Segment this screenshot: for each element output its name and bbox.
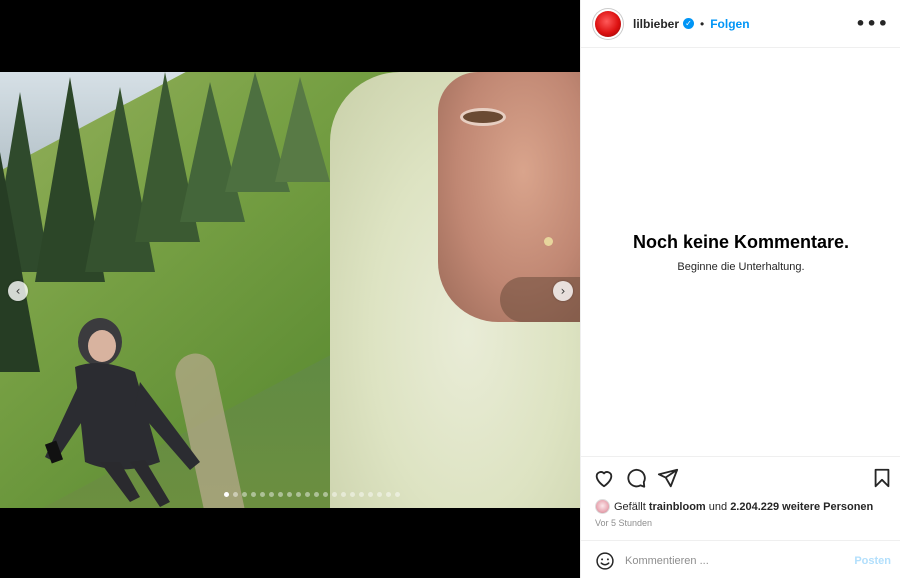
- carousel-dot: [332, 492, 337, 497]
- carousel-dot: [350, 492, 355, 497]
- carousel-dot: [224, 492, 229, 497]
- post-media: ‹ ›: [0, 0, 580, 578]
- liker-avatar[interactable]: [595, 499, 610, 514]
- carousel-dot: [314, 492, 319, 497]
- send-icon[interactable]: [657, 467, 679, 489]
- carousel-dot: [305, 492, 310, 497]
- carousel-dot: [341, 492, 346, 497]
- carousel-dot: [242, 492, 247, 497]
- comment-input[interactable]: [625, 551, 845, 571]
- carousel-prev-button[interactable]: ‹: [8, 281, 28, 301]
- carousel-dot: [260, 492, 265, 497]
- likes-count-link[interactable]: 2.204.229 weitere Personen: [730, 501, 873, 513]
- carousel-dot: [386, 492, 391, 497]
- photo-nose-ring: [544, 237, 553, 246]
- carousel-indicator: [224, 492, 400, 497]
- verified-badge-icon: ✓: [683, 18, 695, 29]
- no-comments-subtitle: Beginne die Unterhaltung.: [677, 261, 805, 273]
- likes-summary: Gefällt trainbloom und 2.204.229 weitere…: [595, 499, 873, 514]
- photo-person-woman: [44, 318, 200, 507]
- no-comments-title: Noch keine Kommentare.: [632, 232, 850, 252]
- avatar[interactable]: [595, 10, 621, 37]
- likes-prefix: Gefällt: [614, 500, 646, 513]
- carousel-dot: [233, 492, 238, 497]
- username-link[interactable]: lilbieber: [633, 17, 679, 31]
- follow-button[interactable]: Folgen: [710, 17, 749, 31]
- heart-icon[interactable]: [593, 467, 615, 489]
- photo-eye: [460, 108, 506, 126]
- post-actions: [581, 456, 900, 496]
- carousel-next-button[interactable]: ›: [553, 281, 573, 301]
- carousel-dot: [278, 492, 283, 497]
- carousel-dot: [359, 492, 364, 497]
- carousel-dot: [251, 492, 256, 497]
- carousel-dot: [296, 492, 301, 497]
- liker-username-link[interactable]: trainbloom: [649, 501, 706, 513]
- carousel-dot: [287, 492, 292, 497]
- more-options-icon[interactable]: •••: [855, 14, 889, 33]
- emoji-icon[interactable]: [595, 551, 615, 571]
- comment-composer: Posten: [581, 540, 900, 578]
- comment-icon[interactable]: [625, 467, 647, 489]
- likes-conjunction: und: [708, 500, 728, 513]
- post-photo[interactable]: [0, 72, 580, 508]
- carousel-dot: [395, 492, 400, 497]
- header-separator: •: [700, 16, 705, 31]
- carousel-dot: [377, 492, 382, 497]
- carousel-dot: [269, 492, 274, 497]
- post-header: lilbieber ✓ • Folgen •••: [581, 0, 900, 48]
- post-timestamp[interactable]: Vor 5 Stunden: [595, 518, 652, 528]
- bookmark-icon[interactable]: [871, 467, 893, 489]
- carousel-dot: [368, 492, 373, 497]
- post-sidebar: lilbieber ✓ • Folgen ••• Noch keine Komm…: [580, 0, 900, 578]
- carousel-dot: [323, 492, 328, 497]
- post-comment-button[interactable]: Posten: [854, 555, 891, 567]
